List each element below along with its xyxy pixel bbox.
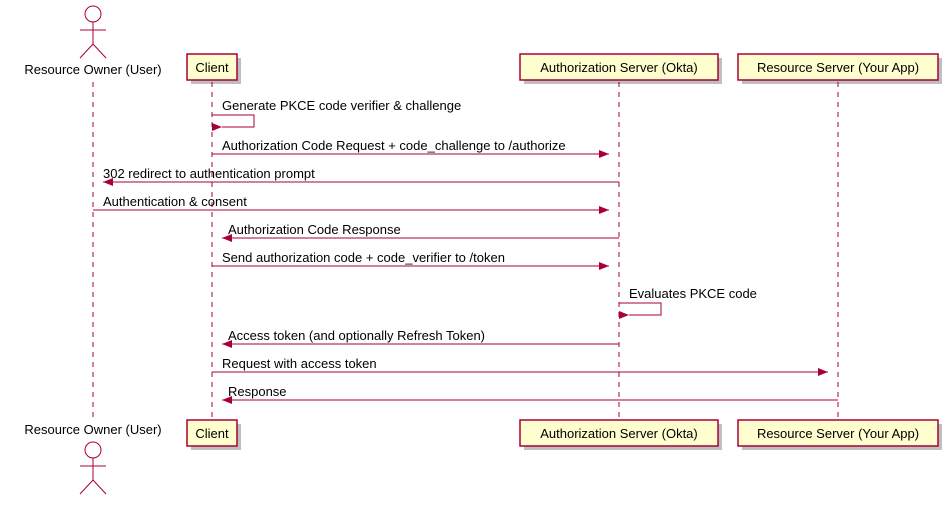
participant-client-top: Client (187, 54, 241, 84)
sequence-diagram: Resource Owner (User) Client Authorizati… (0, 0, 947, 509)
msg-label: 302 redirect to authentication prompt (103, 166, 315, 181)
participant-label: Resource Server (Your App) (757, 60, 919, 75)
participant-label: Authorization Server (Okta) (540, 426, 698, 441)
actor-user-top: Resource Owner (User) (24, 6, 161, 77)
participant-label: Client (195, 426, 229, 441)
msg-label: Evaluates PKCE code (629, 286, 757, 301)
participant-label: Resource Owner (User) (24, 62, 161, 77)
msg-label: Access token (and optionally Refresh Tok… (228, 328, 485, 343)
msg-label: Authorization Code Request + code_challe… (222, 138, 566, 153)
participant-client-bottom: Client (187, 420, 241, 450)
msg-label: Authorization Code Response (228, 222, 401, 237)
participant-authserver-bottom: Authorization Server (Okta) (520, 420, 722, 450)
msg-label: Send authorization code + code_verifier … (222, 250, 505, 265)
actor-user-bottom: Resource Owner (User) (24, 422, 161, 494)
participant-label: Client (195, 60, 229, 75)
msg-label: Request with access token (222, 356, 377, 371)
participant-label: Resource Owner (User) (24, 422, 161, 437)
participant-authserver-top: Authorization Server (Okta) (520, 54, 722, 84)
msg-label: Response (228, 384, 287, 399)
msg-label: Generate PKCE code verifier & challenge (222, 98, 461, 113)
msg-label: Authentication & consent (103, 194, 247, 209)
participant-resourceserver-top: Resource Server (Your App) (738, 54, 942, 84)
participant-resourceserver-bottom: Resource Server (Your App) (738, 420, 942, 450)
participant-label: Authorization Server (Okta) (540, 60, 698, 75)
participant-label: Resource Server (Your App) (757, 426, 919, 441)
